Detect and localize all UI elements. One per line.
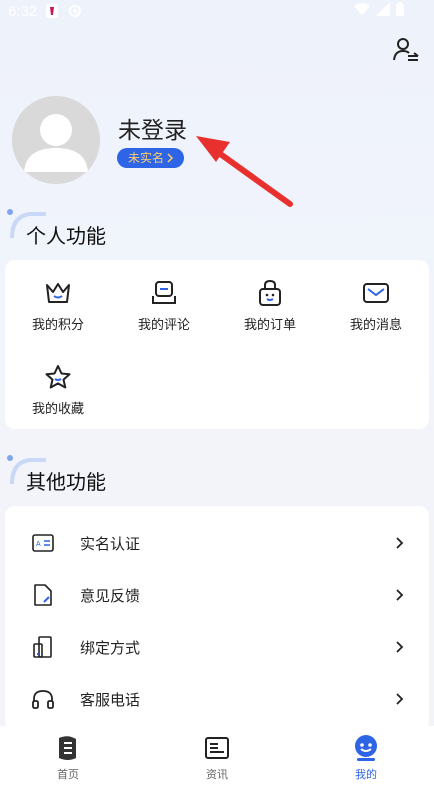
row-label: 实名认证 [80, 534, 141, 553]
row-customer-service[interactable]: 客服电话 [5, 673, 429, 725]
func-orders[interactable]: 我的订单 [225, 278, 315, 333]
default-avatar-icon[interactable] [12, 96, 100, 184]
profile-face-icon [352, 734, 380, 762]
feedback-doc-icon [31, 583, 55, 607]
settings-gear-icon [67, 3, 83, 19]
status-time: 6:32 [8, 2, 38, 20]
row-label: 绑定方式 [80, 638, 141, 657]
row-label: 客服电话 [80, 690, 141, 709]
personal-functions-card: 我的积分 我的评论 我的订单 我的消息 我的收藏 [5, 260, 429, 429]
func-messages[interactable]: 我的消息 [331, 278, 421, 333]
func-label: 我的消息 [349, 318, 402, 333]
func-favorites[interactable]: 我的收藏 [13, 362, 103, 417]
battery-icon [396, 2, 404, 16]
user-switch-icon[interactable] [392, 36, 420, 64]
verify-badge[interactable]: 未实名 [117, 148, 185, 168]
verify-badge-label: 未实名 [128, 151, 165, 165]
row-real-name-verify[interactable]: A 实名认证 [5, 517, 429, 569]
func-label: 我的订单 [243, 318, 296, 333]
star-icon [43, 362, 73, 392]
tab-label: 资讯 [206, 768, 228, 781]
mail-icon [361, 278, 391, 308]
wifi-icon [354, 3, 370, 15]
status-bar: 6:32 [0, 0, 434, 22]
other-functions-card: A 实名认证 意见反馈 绑定方式 客服电话 [5, 506, 429, 731]
annotation-arrow-icon [196, 136, 293, 207]
id-card-icon: A [31, 531, 55, 555]
bag-icon [255, 278, 285, 308]
func-label: 我的积分 [31, 318, 84, 333]
func-label: 我的收藏 [31, 402, 84, 417]
row-label: 意见反馈 [80, 586, 141, 605]
tab-home[interactable]: 首页 [38, 734, 98, 782]
signal-icon [376, 2, 390, 16]
func-points[interactable]: 我的积分 [13, 278, 103, 333]
notification-app-icon [45, 3, 59, 19]
chevron-right-icon [396, 641, 404, 653]
tab-label: 我的 [355, 768, 377, 781]
chevron-right-icon [167, 153, 174, 163]
crown-icon [43, 278, 73, 308]
headset-icon [31, 687, 55, 711]
chevron-right-icon [396, 589, 404, 601]
tab-label: 首页 [57, 768, 79, 781]
bind-phone-icon [31, 635, 55, 659]
personal-section-title: 个人功能 [26, 224, 106, 248]
other-section-title: 其他功能 [26, 470, 106, 494]
row-feedback[interactable]: 意见反馈 [5, 569, 429, 621]
home-logo-icon [54, 734, 82, 762]
status-indicators [354, 2, 404, 16]
comment-icon [149, 278, 179, 308]
news-icon [203, 734, 231, 762]
bottom-tab-bar: 首页 资讯 我的 [0, 726, 434, 786]
tab-news[interactable]: 资讯 [187, 734, 247, 782]
tab-mine[interactable]: 我的 [336, 734, 396, 782]
func-label: 我的评论 [137, 318, 190, 333]
func-comments[interactable]: 我的评论 [119, 278, 209, 333]
chevron-right-icon [396, 537, 404, 549]
chevron-right-icon [396, 693, 404, 705]
username-label[interactable]: 未登录 [118, 111, 187, 145]
svg-text:A: A [36, 541, 41, 548]
row-binding[interactable]: 绑定方式 [5, 621, 429, 673]
